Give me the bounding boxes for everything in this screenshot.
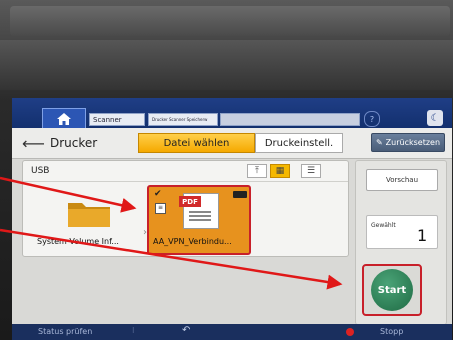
tag-icon (233, 191, 247, 198)
grid-icon: ▦ (275, 166, 285, 176)
bottom-bar: Status prüfen ⁝ ↶ Stopp (12, 324, 452, 340)
home-icon (57, 113, 71, 125)
return-icon[interactable]: ↶ (182, 325, 190, 336)
reset-button[interactable]: ✎ Zurücksetzen (371, 133, 445, 152)
tab-empty[interactable] (220, 113, 360, 126)
file-panel-header: USB ⤒ ▦ ☰ (23, 161, 348, 182)
file-label: AA_VPN_Verbindu... (153, 237, 232, 246)
list-view-button[interactable]: ☰ (301, 164, 321, 178)
selected-label: Gewählt (371, 222, 396, 229)
back-arrow-icon[interactable]: ⟵ (22, 134, 45, 153)
folder-label: System Volume Inf... (37, 237, 119, 246)
start-button-frame[interactable]: Start (362, 264, 422, 316)
bezel-band (0, 40, 453, 90)
folder-icon (68, 203, 110, 227)
eraser-icon: ✎ (375, 138, 383, 147)
file-info-icon: ≡ (155, 203, 166, 214)
pdf-document-icon: PDF (179, 193, 219, 229)
pdf-file-tile[interactable]: ✔ ≡ PDF AA_VPN_Verbindu... (147, 185, 251, 255)
header: ⟵ Drucker Datei wählen Druckeinstell. ✎ … (12, 128, 452, 159)
selected-count-box: Gewählt 1 (366, 215, 438, 249)
status-check-button[interactable]: Status prüfen (38, 327, 92, 336)
help-icon[interactable]: ? (364, 111, 380, 127)
selected-count: 1 (417, 226, 428, 245)
top-bar: Scanner Drucker Scanner Speicherw ? ☾ (12, 98, 452, 129)
stop-icon[interactable] (346, 328, 354, 336)
home-button[interactable] (42, 108, 86, 129)
preview-button[interactable]: Vorschau (366, 169, 438, 191)
file-panel: USB ⤒ ▦ ☰ System Volume Inf... › ✔ ≡ PDF… (22, 160, 349, 257)
pdf-badge: PDF (179, 196, 201, 207)
source-label: USB (31, 166, 50, 176)
checkmark-icon: ✔ (154, 189, 162, 199)
text-lines (189, 211, 211, 213)
tab-drucker-scanner[interactable]: Drucker Scanner Speicherw (148, 113, 218, 126)
menu-icon[interactable]: ⁝ (132, 326, 135, 335)
folder-up-button[interactable]: ⤒ (247, 164, 267, 178)
up-arrow-icon: ⤒ (255, 166, 259, 176)
bezel-top-band (10, 6, 450, 36)
reset-label: Zurücksetzen (385, 138, 441, 147)
tab-select-file[interactable]: Datei wählen (138, 133, 255, 153)
folder-tile[interactable]: System Volume Inf... › (31, 187, 147, 252)
touch-screen: Scanner Drucker Scanner Speicherw ? ☾ ⟵ … (12, 98, 452, 340)
list-icon: ☰ (306, 166, 316, 176)
action-panel: Vorschau Gewählt 1 Start (355, 160, 447, 325)
moon-icon[interactable]: ☾ (427, 110, 443, 126)
tab-scanner[interactable]: Scanner (89, 113, 145, 126)
page-title: Drucker (50, 136, 98, 150)
tab-print-settings[interactable]: Druckeinstell. (255, 133, 343, 153)
stop-button[interactable]: Stopp (380, 327, 403, 336)
start-button[interactable]: Start (371, 269, 413, 311)
grid-view-button[interactable]: ▦ (270, 164, 290, 178)
